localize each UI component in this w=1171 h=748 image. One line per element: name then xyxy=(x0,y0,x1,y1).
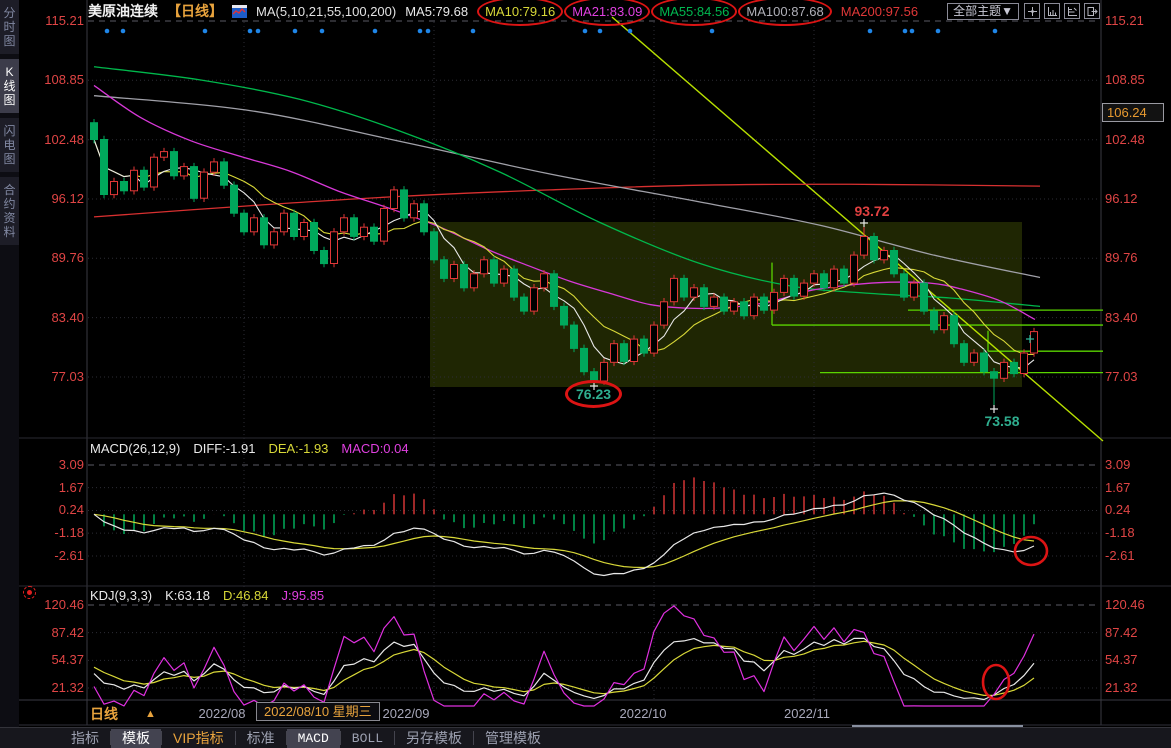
date-axis-label: 2022/11 xyxy=(762,706,852,721)
window-layout-icons xyxy=(1024,3,1100,19)
ma-legend-value: MA10:79.16 xyxy=(485,4,555,19)
price-axis-label-right: 115.21 xyxy=(1105,13,1169,28)
macd-dea-value: DEA:-1.93 xyxy=(268,441,328,456)
bottom-tab-指标[interactable]: 指标 xyxy=(60,729,110,748)
price-axis-label-left: 83.40 xyxy=(20,310,84,325)
swing-low-annotation-circled: 76.23 xyxy=(576,386,611,402)
kdj-j-value: J:95.85 xyxy=(282,588,325,603)
period-label: 日线 xyxy=(90,704,118,724)
ma-legend-value: MA21:83.09 xyxy=(572,4,642,19)
date-axis-label: 2022/08 xyxy=(177,706,267,721)
header-tools: 全部主题▼ xyxy=(947,3,1100,20)
chart-type-icon[interactable] xyxy=(232,5,247,18)
macd-title[interactable]: MACD(26,12,9) xyxy=(90,441,180,456)
kdj-axis-label-right: 120.46 xyxy=(1105,597,1169,612)
price-axis-label-left: 102.48 xyxy=(20,132,84,147)
bottom-tab-管理模板[interactable]: 管理模板 xyxy=(474,729,552,748)
macd-value: MACD:0.04 xyxy=(341,441,408,456)
sidebar-tab-K线图[interactable]: K线图 xyxy=(0,59,19,113)
macd-axis-label-left: 0.24 xyxy=(20,502,84,517)
bottom-tab-MACD[interactable]: MACD xyxy=(287,729,340,748)
bottom-tab-标准[interactable]: 标准 xyxy=(236,729,286,748)
price-axis-label-right: 102.48 xyxy=(1105,132,1169,147)
bottom-tab-bar: 指标模板VIP指标标准MACDBOLL另存模板管理模板 xyxy=(0,727,1171,748)
kdj-title[interactable]: KDJ(9,3,3) xyxy=(90,588,152,603)
swing-high-annotation: 93.72 xyxy=(842,203,902,219)
macd-axis-label-right: 3.09 xyxy=(1105,457,1169,472)
ma-legend-value: MA100:87.68 xyxy=(746,4,823,19)
kdj-d-value: D:46.84 xyxy=(223,588,269,603)
price-axis-label-right: 89.76 xyxy=(1105,250,1169,265)
bottom-tab-模板[interactable]: 模板 xyxy=(111,729,161,748)
macd-axis-label-left: 1.67 xyxy=(20,480,84,495)
bottom-tab-BOLL[interactable]: BOLL xyxy=(341,729,394,748)
sidebar-tab-分时图[interactable]: 分时图 xyxy=(0,0,19,54)
kdj-axis-label-right: 21.32 xyxy=(1105,680,1169,695)
macd-axis-label-left: -2.61 xyxy=(20,548,84,563)
swing-low2-annotation: 73.58 xyxy=(972,413,1032,429)
kdj-axis-label-left: 54.37 xyxy=(20,652,84,667)
price-axis-label-left: 96.12 xyxy=(20,191,84,206)
price-axis-label-left: 115.21 xyxy=(20,13,84,28)
trading-app: 分时图 K线图闪电图合约资料 美原油连续 【日线】 MA(5,10,21,55,1… xyxy=(0,0,1171,747)
ma-legend: MA5:79.68 MA10:79.16 MA21:83.09 MA55:84.56 M… xyxy=(405,4,918,19)
macd-axis-label-right: -2.61 xyxy=(1105,548,1169,563)
move-icon[interactable] xyxy=(1024,3,1040,19)
crosshair-date-label: 2022/08/10 星期三 xyxy=(256,702,380,721)
alarm-sun-icon[interactable] xyxy=(23,586,36,599)
period-tag: 【日线】 xyxy=(167,1,223,21)
red-ellipse-annotation: 76.23 xyxy=(576,386,611,402)
price-axis-label-right: 96.12 xyxy=(1105,191,1169,206)
ma-legend-value: MA200:97.56 xyxy=(841,4,918,19)
symbol-title: 美原油连续 xyxy=(88,1,158,21)
kdj-axis-label-left: 21.32 xyxy=(20,680,84,695)
macd-diff-value: DIFF:-1.91 xyxy=(193,441,255,456)
kdj-k-value: K:63.18 xyxy=(165,588,210,603)
macd-axis-label-left: 3.09 xyxy=(20,457,84,472)
collapse-panel-icon[interactable] xyxy=(1084,3,1100,19)
ma-legend-value: MA55:84.56 xyxy=(659,4,729,19)
scale-x-axis-icon[interactable] xyxy=(1044,3,1060,19)
ma-settings-label: MA(5,10,21,55,100,200) xyxy=(256,4,396,19)
price-marker: 106.24 xyxy=(1102,103,1164,122)
period-selector[interactable]: 日线 ▲ xyxy=(90,704,156,724)
scale-y-axis-icon[interactable] xyxy=(1064,3,1080,19)
price-axis-label-left: 108.85 xyxy=(20,72,84,87)
ma-legend-value: MA5:79.68 xyxy=(405,4,468,19)
sidebar-tab-合约资料[interactable]: 合约资料 xyxy=(0,177,19,245)
chart-canvas[interactable] xyxy=(0,0,1171,747)
price-axis-label-right: 108.85 xyxy=(1105,72,1169,87)
macd-axis-label-right: 1.67 xyxy=(1105,480,1169,495)
kdj-axis-label-right: 54.37 xyxy=(1105,652,1169,667)
kdj-axis-label-left: 87.42 xyxy=(20,625,84,640)
price-axis-label-right: 83.40 xyxy=(1105,310,1169,325)
kdj-axis-label-left: 120.46 xyxy=(20,597,84,612)
macd-header: MACD(26,12,9) DIFF:-1.91 DEA:-1.93 MACD:… xyxy=(90,441,409,456)
macd-axis-label-right: -1.18 xyxy=(1105,525,1169,540)
bottom-tab-VIP指标[interactable]: VIP指标 xyxy=(162,729,235,748)
sidebar-tab-闪电图[interactable]: 闪电图 xyxy=(0,118,19,172)
bottom-tab-另存模板[interactable]: 另存模板 xyxy=(395,729,473,748)
macd-axis-label-left: -1.18 xyxy=(20,525,84,540)
triangle-up-icon: ▲ xyxy=(145,708,156,720)
chart-header: 美原油连续 【日线】 MA(5,10,21,55,100,200) MA5:79… xyxy=(88,0,1100,22)
price-axis-label-right: 77.03 xyxy=(1105,369,1169,384)
kdj-header: KDJ(9,3,3) K:63.18 D:46.84 J:95.85 xyxy=(90,588,324,603)
macd-axis-label-right: 0.24 xyxy=(1105,502,1169,517)
price-axis-label-left: 89.76 xyxy=(20,250,84,265)
price-axis-label-left: 77.03 xyxy=(20,369,84,384)
kdj-axis-label-right: 87.42 xyxy=(1105,625,1169,640)
theme-selector-button[interactable]: 全部主题▼ xyxy=(947,3,1019,20)
date-axis-label: 2022/10 xyxy=(598,706,688,721)
left-tab-strip: 分时图 K线图闪电图合约资料 xyxy=(0,0,19,747)
